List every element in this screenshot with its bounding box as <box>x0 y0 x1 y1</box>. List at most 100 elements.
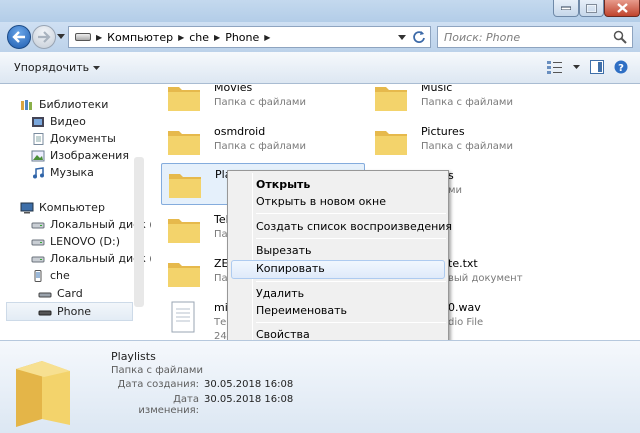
view-options-dropdown-icon[interactable] <box>573 65 580 69</box>
menu-item-copy[interactable]: Копировать <box>256 262 325 275</box>
recent-pages-dropdown-icon[interactable] <box>57 34 65 39</box>
breadcrumb-computer[interactable]: Компьютер <box>107 31 173 44</box>
computer-icon <box>20 202 34 213</box>
device-icon <box>34 269 42 282</box>
file-item-osmdroid[interactable]: osmdroid Папка с файлами <box>166 125 306 157</box>
folder-icon <box>375 131 407 155</box>
nav-card[interactable]: Card <box>38 287 83 300</box>
file-item-music[interactable]: Music Папка с файлами <box>373 85 513 113</box>
nav-phone-label: Phone <box>57 305 92 318</box>
menu-item-open[interactable]: Открыть <box>256 178 310 191</box>
details-modified-label: Дата изменения: <box>138 394 199 416</box>
nav-documents[interactable]: Документы <box>31 132 116 145</box>
text-file-icon <box>171 301 195 333</box>
nav-computer[interactable]: Компьютер <box>20 201 105 214</box>
folder-icon <box>168 87 200 111</box>
breadcrumb-separator[interactable]: ▶ <box>264 33 270 42</box>
images-icon <box>31 150 45 161</box>
close-button[interactable] <box>604 0 640 17</box>
organize-button[interactable]: Упорядочить <box>14 61 101 74</box>
maximize-button[interactable] <box>579 0 604 17</box>
storage-icon <box>38 310 52 315</box>
menu-item-open-new-window[interactable]: Открыть в новом окне <box>256 195 386 208</box>
menu-item-create-playlist[interactable]: Создать список воспроизведения <box>256 220 452 233</box>
file-item-movies[interactable]: Movies Папка с файлами <box>166 85 306 113</box>
breadcrumb-separator[interactable]: ▶ <box>214 33 220 42</box>
search-placeholder: Поиск: Phone <box>444 30 521 44</box>
folder-icon <box>168 219 200 243</box>
forward-arrow-icon <box>38 31 51 43</box>
nav-documents-label: Документы <box>50 132 116 145</box>
details-created-label: Дата создания: <box>117 379 199 390</box>
details-name: Playlists <box>111 350 156 363</box>
file-name: Movies <box>214 85 253 94</box>
file-name: s <box>448 169 454 182</box>
menu-separator <box>256 322 446 323</box>
refresh-icon[interactable] <box>412 30 426 44</box>
nav-images[interactable]: Изображения <box>31 149 129 162</box>
menu-separator <box>256 213 446 214</box>
menu-separator <box>256 281 446 282</box>
close-icon <box>616 3 628 13</box>
breadcrumb-separator[interactable]: ▶ <box>96 33 102 42</box>
file-type: ми <box>448 185 463 196</box>
nav-disk-c-label: Локальный диск (C <box>50 218 162 231</box>
breadcrumb-phone[interactable]: Phone <box>225 31 259 44</box>
command-bar: Упорядочить ? <box>0 52 640 84</box>
nav-libraries-label: Библиотеки <box>39 98 109 111</box>
breadcrumb-che[interactable]: che <box>189 31 209 44</box>
maximize-icon <box>586 3 597 13</box>
nav-libraries[interactable]: Библиотеки <box>20 98 108 111</box>
nav-music-label: Музыка <box>50 166 94 179</box>
chevron-down-icon <box>93 65 101 70</box>
search-input[interactable]: Поиск: Phone <box>437 26 633 48</box>
nav-che-label: che <box>50 269 70 282</box>
address-row: ▶ Компьютер ▶ che ▶ Phone ▶ Поиск: Phone <box>0 22 640 52</box>
folder-preview-icon <box>16 361 70 427</box>
details-pane: Playlists Папка с файлами Дата создания:… <box>0 340 640 433</box>
file-type: Папка с файлами <box>421 141 513 152</box>
breadcrumb-separator[interactable]: ▶ <box>178 33 184 42</box>
documents-icon <box>33 132 44 145</box>
nav-images-label: Изображения <box>50 149 129 162</box>
music-icon <box>33 166 44 178</box>
menu-item-cut[interactable]: Вырезать <box>256 244 311 257</box>
address-bar[interactable]: ▶ Компьютер ▶ che ▶ Phone ▶ <box>68 26 431 48</box>
file-type: Папка с файлами <box>421 97 513 108</box>
forward-button[interactable] <box>32 25 56 49</box>
details-modified-value: 30.05.2018 16:08 <box>204 394 294 405</box>
folder-icon <box>169 174 201 198</box>
menu-item-rename[interactable]: Переименовать <box>256 304 347 317</box>
file-name: te.txt <box>448 257 478 270</box>
file-name: 0.wav <box>448 301 481 314</box>
file-name: Pictures <box>421 125 465 138</box>
nav-phone[interactable]: Phone <box>6 302 133 321</box>
details-type: Папка с файлами <box>111 365 203 376</box>
address-dropdown-icon[interactable] <box>398 34 406 40</box>
nav-disk-q-label: Локальный диск (Q <box>50 252 163 265</box>
nav-che[interactable]: che <box>31 269 70 282</box>
file-type: dio File <box>448 317 484 328</box>
nav-lenovo-d[interactable]: LENOVO (D:) <box>31 235 120 248</box>
preview-pane-icon[interactable] <box>590 60 604 74</box>
nav-video[interactable]: Видео <box>31 115 86 128</box>
storage-icon <box>38 292 52 297</box>
menu-item-delete[interactable]: Удалить <box>256 287 304 300</box>
file-type: Папка с файлами <box>214 97 306 108</box>
folder-icon <box>168 131 200 155</box>
back-button[interactable] <box>7 25 31 49</box>
details-created-value: 30.05.2018 16:08 <box>204 379 294 390</box>
context-menu: Открыть Открыть в новом окне Создать спи… <box>227 170 452 345</box>
libraries-icon <box>21 99 32 110</box>
file-item-pictures[interactable]: Pictures Папка с файлами <box>373 125 513 157</box>
change-view-icon[interactable] <box>547 60 563 74</box>
nav-scrollbar[interactable] <box>134 157 144 307</box>
file-name: osmdroid <box>214 125 266 138</box>
minimize-button[interactable] <box>553 0 579 17</box>
nav-music[interactable]: Музыка <box>31 166 94 179</box>
file-type: вый документ <box>448 273 523 284</box>
svg-text:?: ? <box>618 63 624 74</box>
drive-icon <box>31 239 45 245</box>
search-icon[interactable] <box>613 30 627 44</box>
help-icon[interactable]: ? <box>614 60 628 74</box>
